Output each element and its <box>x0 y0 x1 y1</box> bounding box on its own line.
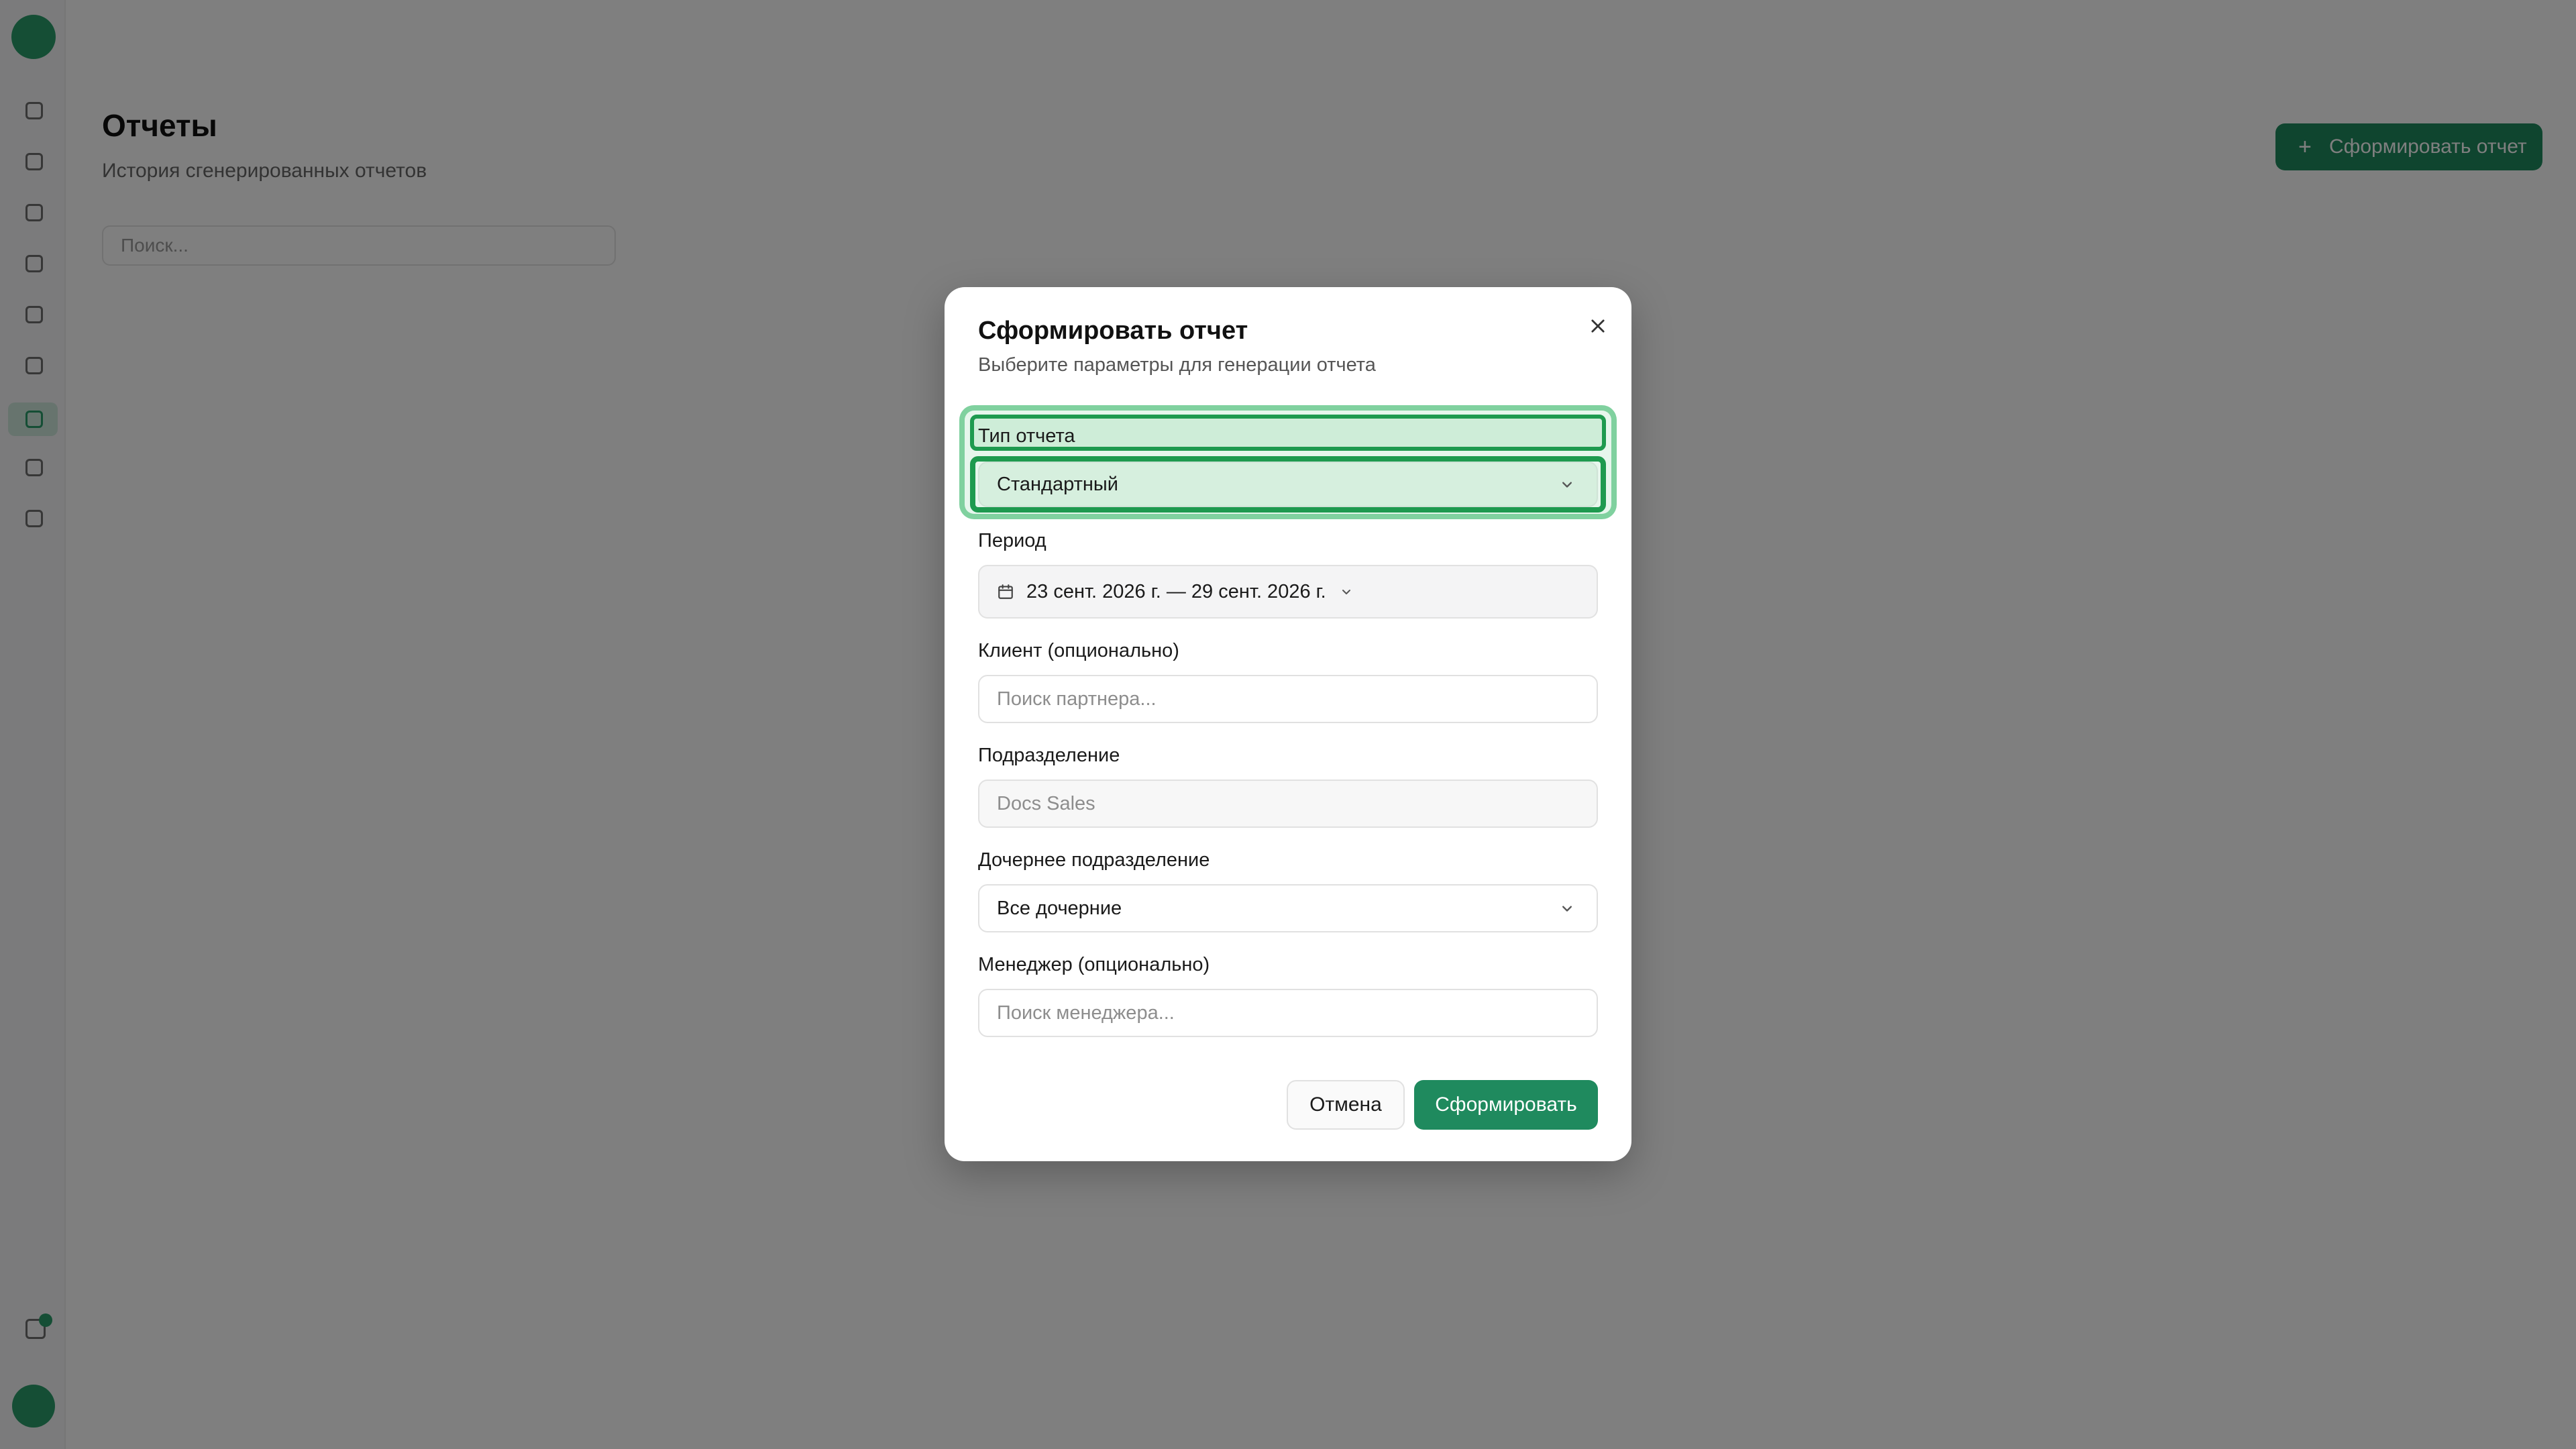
client-search-input[interactable]: Поиск партнера... <box>978 675 1598 723</box>
dialog-title: Сформировать отчет <box>978 317 1248 345</box>
manager-label: Менеджер (опционально) <box>978 954 1210 975</box>
submit-button[interactable]: Сформировать <box>1414 1080 1598 1130</box>
sub-department-value: Все дочерние <box>997 897 1122 919</box>
department-value: Docs Sales <box>997 792 1095 814</box>
generate-report-dialog: Сформировать отчет Выберите параметры дл… <box>945 287 1631 1161</box>
chevron-down-icon <box>1562 906 1572 912</box>
manager-search-input[interactable]: Поиск менеджера... <box>978 989 1598 1037</box>
department-label: Подразделение <box>978 745 1120 766</box>
sub-department-select[interactable]: Все дочерние <box>978 884 1598 932</box>
cancel-button[interactable]: Отмена <box>1287 1080 1405 1130</box>
dialog-description: Выберите параметры для генерации отчета <box>978 354 1376 376</box>
period-value: 23 сент. 2026 г. — 29 сент. 2026 г. <box>1026 580 1326 602</box>
report-type-label: Тип отчета <box>978 425 1075 447</box>
close-button[interactable] <box>1583 311 1613 341</box>
period-label: Период <box>978 530 1046 551</box>
calendar-icon <box>998 584 1013 599</box>
close-icon <box>1591 319 1605 333</box>
period-date-picker[interactable]: 23 сент. 2026 г. — 29 сент. 2026 г. <box>978 565 1598 619</box>
chevron-down-icon <box>1342 590 1350 594</box>
client-placeholder: Поиск партнера... <box>997 688 1157 710</box>
manager-placeholder: Поиск менеджера... <box>997 1002 1175 1024</box>
sub-department-label: Дочернее подразделение <box>978 849 1210 871</box>
client-label: Клиент (опционально) <box>978 640 1179 661</box>
department-field: Docs Sales <box>978 780 1598 828</box>
report-type-select-highlight <box>970 456 1606 513</box>
